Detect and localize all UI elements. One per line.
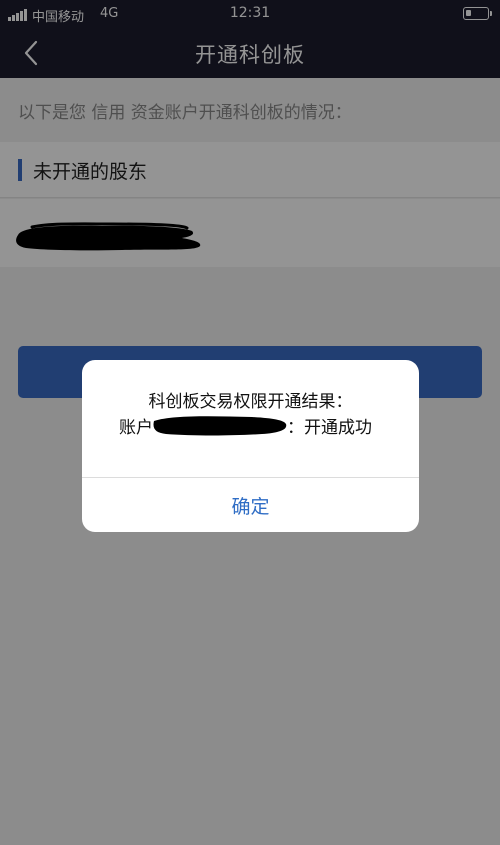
dialog-message: 科创板交易权限开通结果： [148,392,353,412]
result-text: ：开通成功 [287,418,372,438]
confirm-button[interactable]: 确定 [82,478,419,532]
account-label: 账户 [119,418,153,438]
result-dialog: 科创板交易权限开通结果： 账户 ：开通成功 确定 [82,360,419,532]
dialog-account-line: 账户 ：开通成功 [82,413,419,438]
redaction-mark [153,416,287,436]
